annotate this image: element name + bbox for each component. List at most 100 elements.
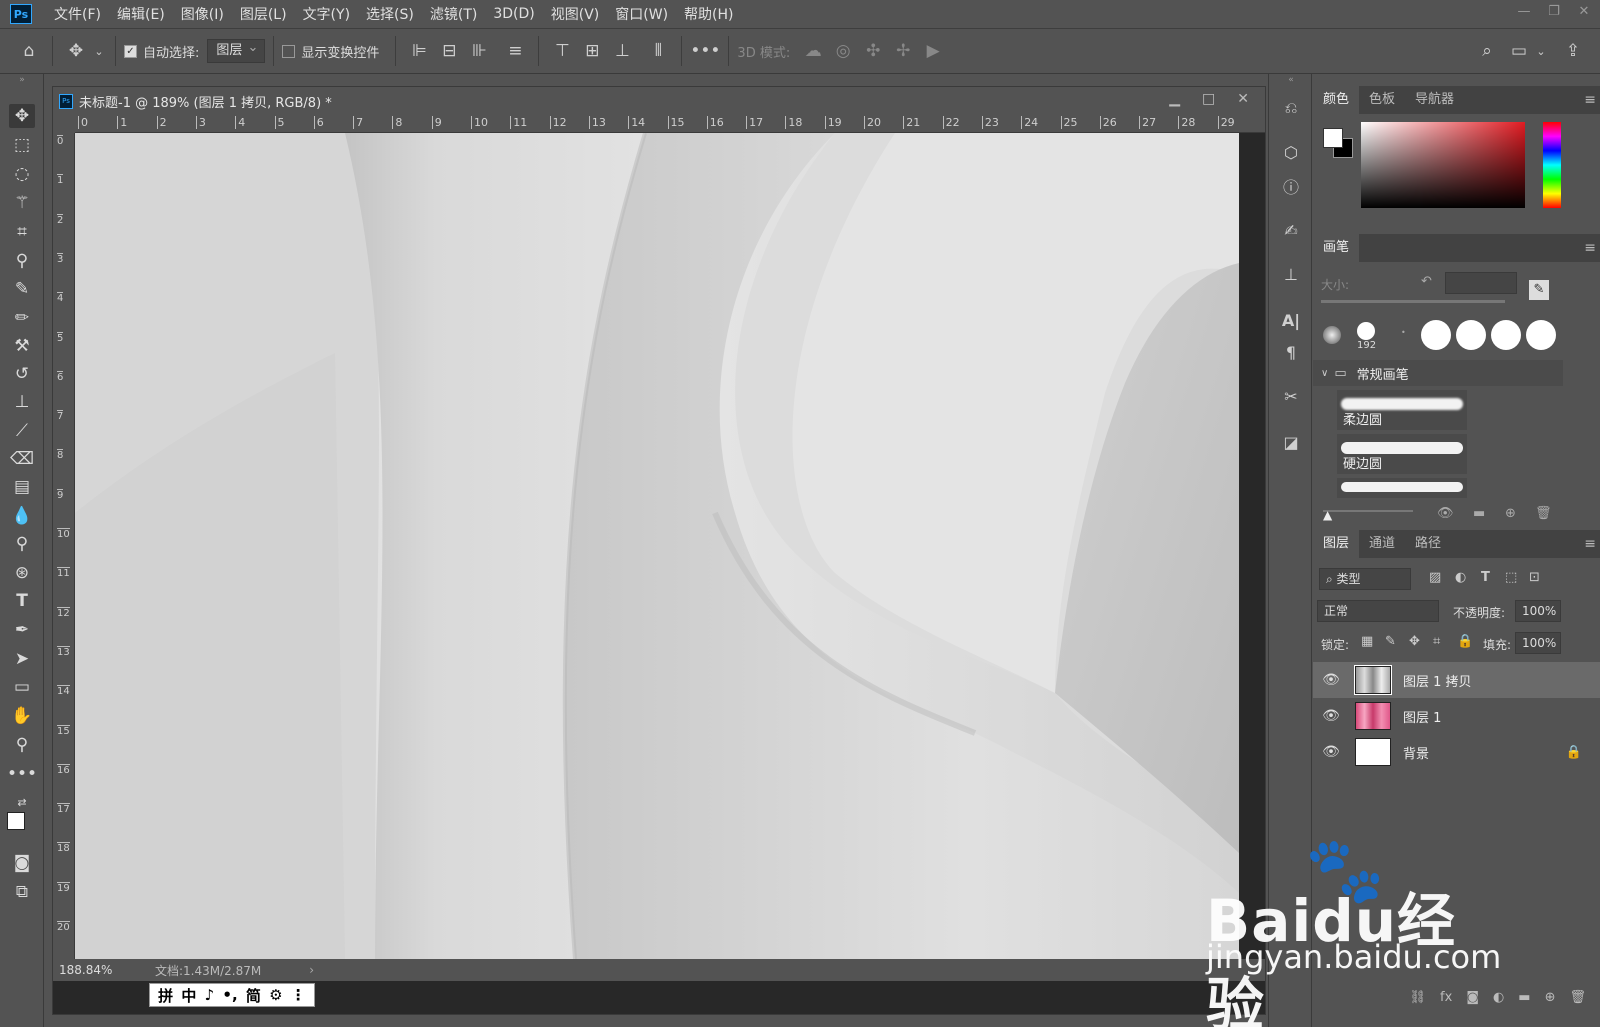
- menu-window[interactable]: 窗口(W): [607, 4, 676, 24]
- brush-preview-slider[interactable]: [1323, 510, 1413, 512]
- swap-colors-icon[interactable]: ⇄: [9, 790, 35, 814]
- layer-filter-dropdown[interactable]: ⌕ 类型: [1319, 568, 1411, 590]
- fill-field[interactable]: 100%: [1515, 632, 1561, 654]
- filter-type-icon[interactable]: T: [1481, 570, 1490, 585]
- dodge-tool-icon[interactable]: ⚲: [9, 532, 35, 556]
- ime-punctuation-icon[interactable]: •,: [222, 986, 237, 1004]
- screen-mode-icon[interactable]: ⧉: [9, 880, 35, 904]
- menu-view[interactable]: 视图(V): [543, 4, 608, 24]
- brush-stroke-hard-round[interactable]: 硬边圆: [1337, 434, 1467, 474]
- menu-type[interactable]: 文字(Y): [295, 4, 358, 24]
- move-tool-icon[interactable]: ✥: [9, 104, 35, 128]
- reset-size-icon[interactable]: ↶: [1421, 274, 1432, 289]
- tab-channels[interactable]: 通道: [1359, 530, 1405, 558]
- type-tool-icon[interactable]: T: [9, 589, 35, 613]
- quick-mask-icon[interactable]: ◙: [9, 851, 35, 875]
- doc-maximize-icon[interactable]: □: [1202, 91, 1215, 107]
- pen-tool-icon[interactable]: ✒: [9, 618, 35, 642]
- zoom-level[interactable]: 188.84%: [59, 963, 149, 977]
- brush-size-slider[interactable]: [1321, 300, 1505, 303]
- auto-select-checkbox[interactable]: ✓: [124, 44, 137, 58]
- path-selection-tool-icon[interactable]: ➤: [9, 647, 35, 671]
- new-group-icon[interactable]: ▬: [1473, 506, 1485, 521]
- 3d-pan-icon[interactable]: ✣: [860, 38, 886, 64]
- align-vcenter-icon[interactable]: ⊞: [579, 38, 605, 64]
- brush-preset-soft[interactable]: [1323, 326, 1341, 344]
- delete-layer-icon[interactable]: 🗑: [1569, 990, 1586, 1005]
- brush-preset-round-2[interactable]: [1456, 320, 1486, 350]
- visibility-eye-icon[interactable]: 👁: [1319, 672, 1343, 688]
- foreground-color-swatch[interactable]: [7, 812, 25, 830]
- opacity-field[interactable]: 100%: [1515, 600, 1561, 622]
- color-field[interactable]: [1361, 122, 1525, 208]
- search-icon[interactable]: ⌕: [1474, 38, 1500, 64]
- tab-swatches[interactable]: 色板: [1359, 86, 1405, 114]
- lock-artboard-icon[interactable]: ⌗: [1433, 634, 1440, 649]
- brush-preset-round-1[interactable]: [1421, 320, 1451, 350]
- hand-tool-icon[interactable]: ✋: [9, 704, 35, 728]
- brush-size-field[interactable]: [1445, 272, 1517, 294]
- tab-navigator[interactable]: 导航器: [1405, 86, 1464, 114]
- history-panel-icon[interactable]: ⎌: [1279, 96, 1303, 120]
- document-tab[interactable]: Ps 未标题-1 @ 189% (图层 1 拷贝, RGB/8) * ▁ □ ✕: [53, 87, 1265, 115]
- brush-tool-icon[interactable]: ✏: [9, 306, 35, 330]
- brush-stroke-soft-round[interactable]: 柔边圆: [1337, 390, 1467, 430]
- visibility-eye-icon[interactable]: 👁: [1319, 744, 1343, 760]
- move-tool-icon[interactable]: ✥: [63, 38, 89, 64]
- 3d-slide-icon[interactable]: ✢: [890, 38, 916, 64]
- collapse-toolbar-icon[interactable]: »: [9, 74, 35, 86]
- stamp-tool-icon[interactable]: ⊥: [9, 390, 35, 414]
- hue-slider[interactable]: [1543, 122, 1561, 208]
- doc-close-icon[interactable]: ✕: [1237, 91, 1249, 107]
- brush-preset-round-4[interactable]: [1526, 320, 1556, 350]
- workspace-dropdown-icon[interactable]: ⌄: [1528, 38, 1554, 64]
- art-history-brush-icon[interactable]: ⟋: [9, 419, 35, 443]
- brush-settings-icon[interactable]: ✍: [1279, 218, 1303, 242]
- show-transform-checkbox[interactable]: [282, 44, 296, 58]
- brush-preset-tiny[interactable]: •: [1401, 328, 1406, 337]
- character-panel-icon[interactable]: A|: [1279, 308, 1303, 332]
- edit-toolbar-icon[interactable]: •••: [7, 762, 37, 786]
- lock-all-icon[interactable]: 🔒: [1457, 634, 1473, 649]
- 3d-roll-icon[interactable]: ◎: [830, 38, 856, 64]
- clone-stamp-tool-icon[interactable]: ⚒: [9, 334, 35, 358]
- tool-preset-dropdown-icon[interactable]: ⌄: [93, 38, 105, 64]
- minimize-button[interactable]: —: [1516, 4, 1532, 20]
- color-panel-menu-icon[interactable]: ≡: [1584, 92, 1596, 108]
- delete-brush-icon[interactable]: 🗑: [1535, 506, 1552, 521]
- horizontal-ruler[interactable]: 0 1 2 3 4 5 6 7 8 9 10 11 12 13 14 15 16 17 18 19 20 21 22 23 24…: [75, 115, 1265, 133]
- distribute-horizontal-icon[interactable]: ⦀: [645, 38, 671, 64]
- ime-moon-icon[interactable]: ♪: [205, 986, 215, 1004]
- 3d-scale-icon[interactable]: ▶: [920, 38, 946, 64]
- lock-transparent-icon[interactable]: ▦: [1361, 634, 1373, 649]
- brush-stroke-3[interactable]: [1337, 478, 1467, 498]
- marquee-tool-icon[interactable]: ⬚: [9, 133, 35, 157]
- blend-mode-dropdown[interactable]: 正常: [1317, 600, 1439, 622]
- ime-settings-icon[interactable]: ⚙: [269, 986, 282, 1004]
- align-right-icon[interactable]: ⊪: [466, 38, 492, 64]
- ime-more-icon[interactable]: ⋮: [291, 986, 306, 1004]
- align-top-icon[interactable]: ⊤: [549, 38, 575, 64]
- eraser-tool-icon[interactable]: ⌫: [9, 447, 35, 471]
- rectangle-tool-icon[interactable]: ▭: [9, 675, 35, 699]
- clone-source-icon[interactable]: ⊥: [1279, 262, 1303, 286]
- menu-help[interactable]: 帮助(H): [676, 4, 741, 24]
- filter-pixel-icon[interactable]: ▨: [1429, 570, 1441, 585]
- align-bottom-icon[interactable]: ⊥: [609, 38, 635, 64]
- filter-adjustment-icon[interactable]: ◐: [1455, 570, 1466, 585]
- brush-preset-round-3[interactable]: [1491, 320, 1521, 350]
- glyphs-panel-icon[interactable]: ◪: [1279, 430, 1303, 454]
- tab-layers[interactable]: 图层: [1313, 530, 1360, 558]
- ime-simplified-mode[interactable]: 简: [246, 985, 261, 1006]
- visibility-eye-icon[interactable]: 👁: [1319, 708, 1343, 724]
- more-options-icon[interactable]: •••: [690, 38, 720, 64]
- blur-tool-icon[interactable]: 💧: [9, 504, 35, 528]
- tab-brush[interactable]: 画笔: [1313, 234, 1360, 262]
- toggle-preview-icon[interactable]: 👁: [1437, 506, 1454, 521]
- new-brush-icon[interactable]: ✎: [1529, 280, 1549, 300]
- color-fg-swatch[interactable]: [1323, 128, 1343, 148]
- healing-brush-tool-icon[interactable]: ✎: [9, 277, 35, 301]
- menu-3d[interactable]: 3D(D): [485, 6, 542, 22]
- share-icon[interactable]: ⇪: [1560, 38, 1586, 64]
- paragraph-panel-icon[interactable]: ¶: [1279, 340, 1303, 364]
